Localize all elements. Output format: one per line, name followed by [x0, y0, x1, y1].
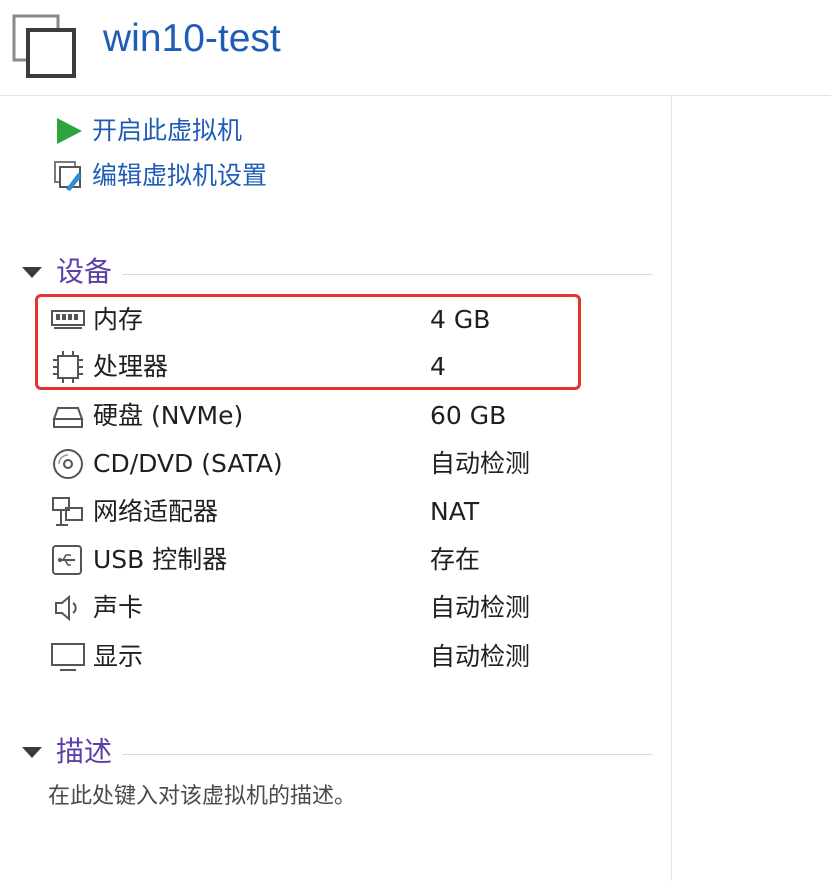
device-value: 4 [430, 352, 446, 381]
processor-icon [53, 351, 83, 383]
device-value: 自动检测 [430, 449, 531, 478]
device-row-cd-dvd[interactable]: CD/DVD (SATA) 自动检测 [50, 444, 610, 484]
collapse-triangle-icon [22, 267, 42, 278]
device-row-network-adapter[interactable]: 网络适配器 NAT [50, 492, 610, 532]
device-name: 显示 [93, 642, 144, 671]
section-divider [122, 754, 652, 755]
hard-disk-icon [52, 407, 84, 428]
device-row-processor[interactable]: 处理器 4 [50, 347, 610, 387]
device-value: 自动检测 [430, 593, 531, 622]
device-name: 硬盘 (NVMe) [93, 401, 244, 430]
device-value: 存在 [430, 545, 481, 574]
device-row-memory[interactable]: 内存 4 GB [50, 300, 610, 340]
panel-divider [671, 96, 672, 881]
collapse-triangle-icon [22, 747, 42, 758]
device-value: 60 GB [430, 401, 507, 430]
device-row-usb-controller[interactable]: USB 控制器 存在 [50, 540, 610, 580]
device-name: 内存 [93, 305, 144, 334]
vm-icon [12, 14, 76, 78]
network-adapter-icon [52, 497, 83, 526]
device-name: CD/DVD (SATA) [93, 449, 283, 478]
edit-vm-settings-button[interactable]: 编辑虚拟机设置 [52, 158, 267, 194]
device-row-sound-card[interactable]: 声卡 自动检测 [50, 588, 610, 628]
display-icon [51, 643, 85, 671]
devices-section-header[interactable]: 设备 [22, 253, 652, 293]
device-row-display[interactable]: 显示 自动检测 [50, 637, 610, 677]
play-icon [57, 118, 82, 144]
power-on-vm-label: 开启此虚拟机 [92, 116, 243, 145]
vm-title: win10-test [103, 17, 281, 60]
edit-settings-icon [54, 161, 82, 191]
device-value: NAT [430, 497, 480, 526]
header: win10-test [0, 0, 831, 96]
usb-controller-icon [52, 545, 82, 575]
device-value: 自动检测 [430, 642, 531, 671]
section-divider [122, 274, 652, 275]
power-on-vm-button[interactable]: 开启此虚拟机 [52, 113, 242, 149]
device-name: USB 控制器 [93, 545, 228, 574]
device-name: 声卡 [93, 593, 144, 622]
description-section-header[interactable]: 描述 [22, 733, 652, 773]
device-value: 4 GB [430, 305, 491, 334]
devices-section-title: 设备 [56, 255, 113, 288]
edit-vm-settings-label: 编辑虚拟机设置 [92, 161, 268, 190]
device-name: 处理器 [93, 352, 169, 381]
device-row-hard-disk[interactable]: 硬盘 (NVMe) 60 GB [50, 396, 610, 436]
description-section-title: 描述 [56, 735, 113, 768]
description-field[interactable]: 在此处键入对该虚拟机的描述。 [48, 780, 356, 814]
device-name: 网络适配器 [93, 497, 219, 526]
memory-icon [51, 310, 85, 329]
speaker-icon [55, 594, 77, 622]
cd-dvd-icon [53, 449, 83, 479]
